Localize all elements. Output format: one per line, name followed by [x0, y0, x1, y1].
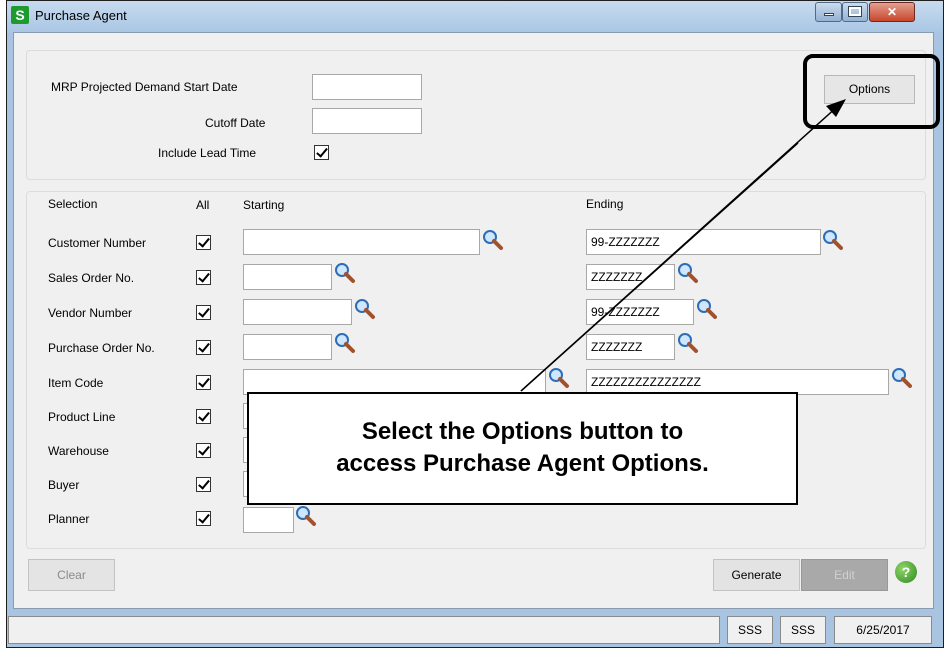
- callout-line-2: access Purchase Agent Options.: [336, 450, 709, 477]
- callout-line-1: Select the Options button to: [361, 418, 684, 445]
- pointer-arrow: [520, 99, 846, 392]
- instruction-callout: Select the Options button to access Purc…: [247, 392, 798, 505]
- arrow-line-lower: [520, 142, 799, 392]
